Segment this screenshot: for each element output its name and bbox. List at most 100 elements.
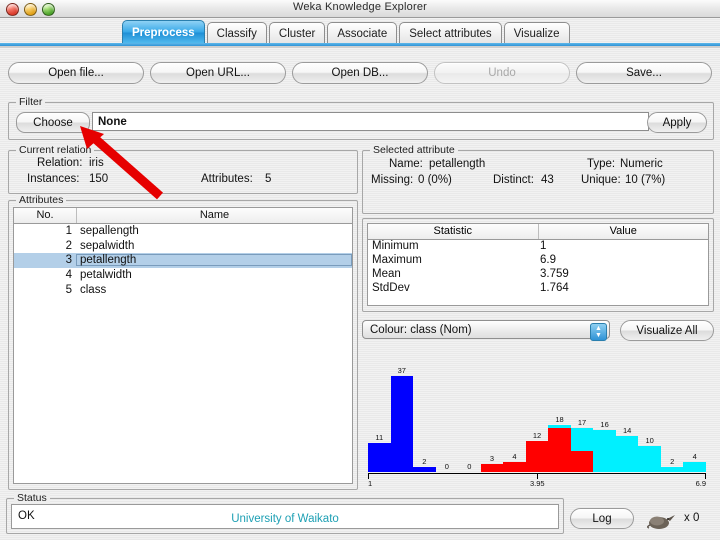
histogram-bar: 14 [615,376,639,472]
attribute-row[interactable]: 4 petalwidth [14,268,352,283]
current-relation-legend: Current relation [16,144,95,156]
filter-value-field[interactable]: None [92,112,649,131]
selected-attribute-panel: Selected attribute Name: petallength Typ… [362,144,714,214]
histogram-bar: 16 [593,376,616,472]
waikato-credit: University of Waikato [231,513,339,525]
attribute-row[interactable]: 1 sepallength [14,224,352,239]
histogram-bar-fill [570,451,594,472]
colour-select[interactable]: Colour: class (Nom) ▲ ▼ [362,320,610,341]
histogram-bar: 37 [390,366,414,472]
histogram-bar-fill [638,446,661,472]
histogram-bar-label: 16 [600,420,609,429]
attributes-panel: Attributes No. Name 1 sepallength 2 sepalwi… [8,194,358,490]
colour-row: Colour: class (Nom) ▲ ▼ Visualize All [362,320,714,341]
attribute-row-no: 3 [65,254,72,267]
colour-select-value: Colour: class (Nom) [370,323,472,336]
tab-associate[interactable]: Associate [327,22,398,44]
attribute-row-name: class [80,283,107,296]
histogram-bar-label: 0 [467,462,472,471]
bird-count-label: x 0 [684,512,700,524]
histogram-bar: 11 [368,376,391,472]
choose-filter-button[interactable]: Choose [16,112,90,133]
status-panel: Status OK University of Waikato [6,492,564,534]
statistic-name: Maximum [372,254,422,266]
attributes-count-value: 5 [265,173,272,185]
histogram-bar: 3 [480,376,504,472]
histogram-bar-label: 10 [645,436,654,445]
save-button[interactable]: Save... [576,62,712,84]
histogram-bar: 2 [413,376,436,472]
histogram-bar-label: 0 [444,462,449,471]
attr-distinct-label: Distinct: [493,174,534,186]
histogram-bar-fill [368,443,391,472]
attribute-row-name: sepallength [80,225,139,238]
axis-label-mid: 3.95 [530,479,545,488]
histogram-bar: 0 [458,376,481,472]
histogram-bar: 12 [525,376,549,472]
status-legend: Status [14,492,50,504]
histogram-bar-fill [593,430,616,472]
histogram-bar: 0 [436,376,459,472]
visualize-all-button[interactable]: Visualize All [620,320,714,341]
tab-preprocess[interactable]: Preprocess [122,20,205,44]
apply-filter-button[interactable]: Apply [647,112,707,133]
statistics-col-statistic: Statistic [368,224,539,239]
undo-button: Undo [434,62,570,84]
attr-name-value: petallength [429,158,486,170]
attribute-row[interactable]: 3 petallength [14,253,352,268]
attributes-legend: Attributes [16,194,67,206]
statistics-table: Statistic Value Minimum 1 Maximum 6.9 Mean 3.… [367,223,709,306]
weka-explorer-window: Weka Knowledge Explorer Preprocess Classi… [0,0,720,540]
attribute-row-no: 2 [65,239,72,252]
histogram-bar-label: 11 [375,433,384,442]
histogram-bar-label: 17 [577,418,587,427]
attr-missing-value: 0 (0%) [418,174,452,186]
file-toolbar: Open file... Open URL... Open DB... Undo… [8,62,712,84]
attributes-col-name: Name [199,209,230,221]
current-relation-panel: Current relation Relation: iris Instance… [8,144,358,194]
tab-classify[interactable]: Classify [206,22,267,44]
weka-bird-icon[interactable] [644,512,678,530]
statistics-header: Statistic Value [368,224,708,240]
attribute-row[interactable]: 5 class [14,282,352,297]
status-field: OK University of Waikato [11,504,559,529]
instances-label: Instances: [27,173,80,185]
chevron-updown-icon[interactable]: ▲ ▼ [590,322,607,341]
attr-distinct-value: 43 [541,174,554,186]
statistic-value: 1.764 [540,282,569,294]
attributes-header: No. Name [14,208,352,224]
attribute-histogram[interactable]: 11 37 2 0 0 3 4 12 18 17 16 14 10 2 4 1 3.95 6.9 [362,352,712,488]
statistics-panel: Statistic Value Minimum 1 Maximum 6.9 Mean 3.… [362,218,714,312]
attr-unique-value: 10 (7%) [625,174,666,186]
attr-unique-label: Unique: [581,174,621,186]
statistic-value: 1 [540,240,547,252]
histogram-bar-label: 12 [532,431,542,440]
histogram-bar-fill [390,376,414,472]
histogram-bar-label: 18 [555,415,564,424]
histogram-bar-fill [525,441,549,472]
attributes-table[interactable]: No. Name 1 sepallength 2 sepalwidth 3 petalle… [13,207,353,484]
log-button[interactable]: Log [570,508,634,529]
open-file-button[interactable]: Open file... [8,62,144,84]
attributes-col-no: No. [14,208,77,223]
histogram-bar: 18 [548,376,571,472]
attribute-row-name: petallength [76,254,352,266]
axis-label-max: 6.9 [695,479,706,488]
statistic-row: Minimum 1 [368,240,708,254]
attribute-row[interactable]: 2 sepalwidth [14,239,352,254]
statistic-value: 6.9 [540,254,556,266]
attribute-row-name: sepalwidth [80,239,135,252]
open-db-button[interactable]: Open DB... [292,62,428,84]
statistic-row: StdDev 1.764 [368,282,708,296]
statistic-name: Minimum [372,240,419,252]
window-title: Weka Knowledge Explorer [292,1,428,13]
histogram-bar-label: 37 [397,366,406,375]
tab-cluster[interactable]: Cluster [268,22,326,44]
tab-visualize[interactable]: Visualize [503,22,570,44]
histogram-bar-fill [480,464,504,472]
histogram-bar: 10 [638,376,661,472]
histogram-bar: 17 [570,376,594,472]
attribute-row-no: 4 [65,269,72,282]
open-url-button[interactable]: Open URL... [150,62,286,84]
tab-select-attributes[interactable]: Select attributes [399,22,502,44]
